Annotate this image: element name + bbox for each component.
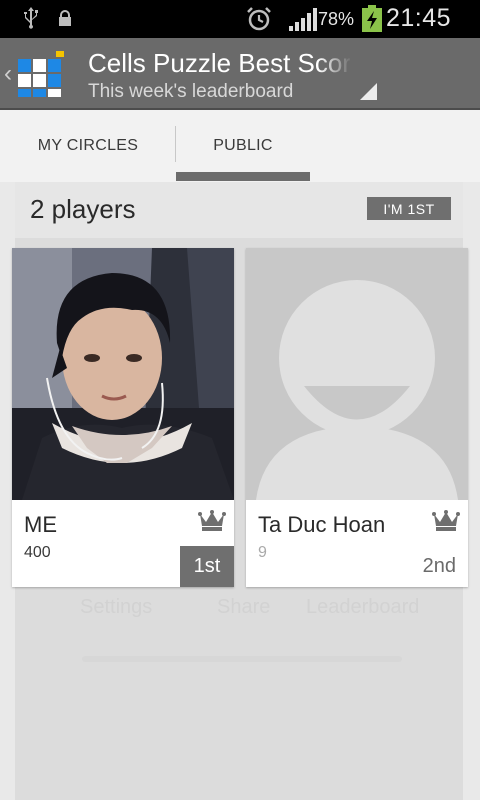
crown-icon xyxy=(198,510,226,537)
tab-selected-indicator xyxy=(176,172,310,181)
player-name: ME xyxy=(24,512,57,537)
player-count: 2 players xyxy=(30,194,136,224)
clock: 21:45 xyxy=(386,4,452,32)
player-card-me[interactable]: ME 400 1st xyxy=(12,248,234,587)
player-card-other[interactable]: Ta Duc Hoan 9 2nd xyxy=(246,248,468,587)
battery-charging-icon xyxy=(361,5,383,38)
alarm-icon xyxy=(246,6,272,37)
signal-icon xyxy=(288,8,318,37)
app-logo-icon[interactable] xyxy=(18,51,66,97)
avatar xyxy=(12,248,234,500)
action-bar: ‹ Cells Puzzle Best Score This week's le… xyxy=(0,38,480,110)
action-bar-title: Cells Puzzle Best Score xyxy=(88,48,350,78)
default-avatar-icon xyxy=(246,248,468,500)
crown-icon xyxy=(432,510,460,537)
im-first-button[interactable]: I'M 1ST xyxy=(367,197,451,220)
dropdown-indicator-icon[interactable] xyxy=(360,83,377,100)
battery-percent: 78% xyxy=(318,9,355,29)
action-bar-subtitle[interactable]: This week's leaderboard xyxy=(88,81,293,103)
rank-badge: 1st xyxy=(180,546,234,587)
rank-label: 2nd xyxy=(422,555,456,577)
title-fade xyxy=(318,46,352,78)
player-score: 400 xyxy=(24,544,51,561)
lock-icon xyxy=(58,10,72,32)
ghost-leaderboard: Leaderboard xyxy=(306,596,420,618)
tab-my-circles[interactable]: MY CIRCLES xyxy=(0,110,176,182)
ghost-settings: Settings xyxy=(80,596,153,618)
player-name: Ta Duc Hoan xyxy=(258,512,386,537)
player-score: 9 xyxy=(258,544,267,561)
ghost-divider xyxy=(82,656,402,662)
ghost-share: Share xyxy=(217,596,271,618)
status-bar: 78% 21:45 xyxy=(0,0,480,38)
up-navigation-icon[interactable]: ‹ xyxy=(4,60,12,88)
usb-icon xyxy=(22,6,40,35)
